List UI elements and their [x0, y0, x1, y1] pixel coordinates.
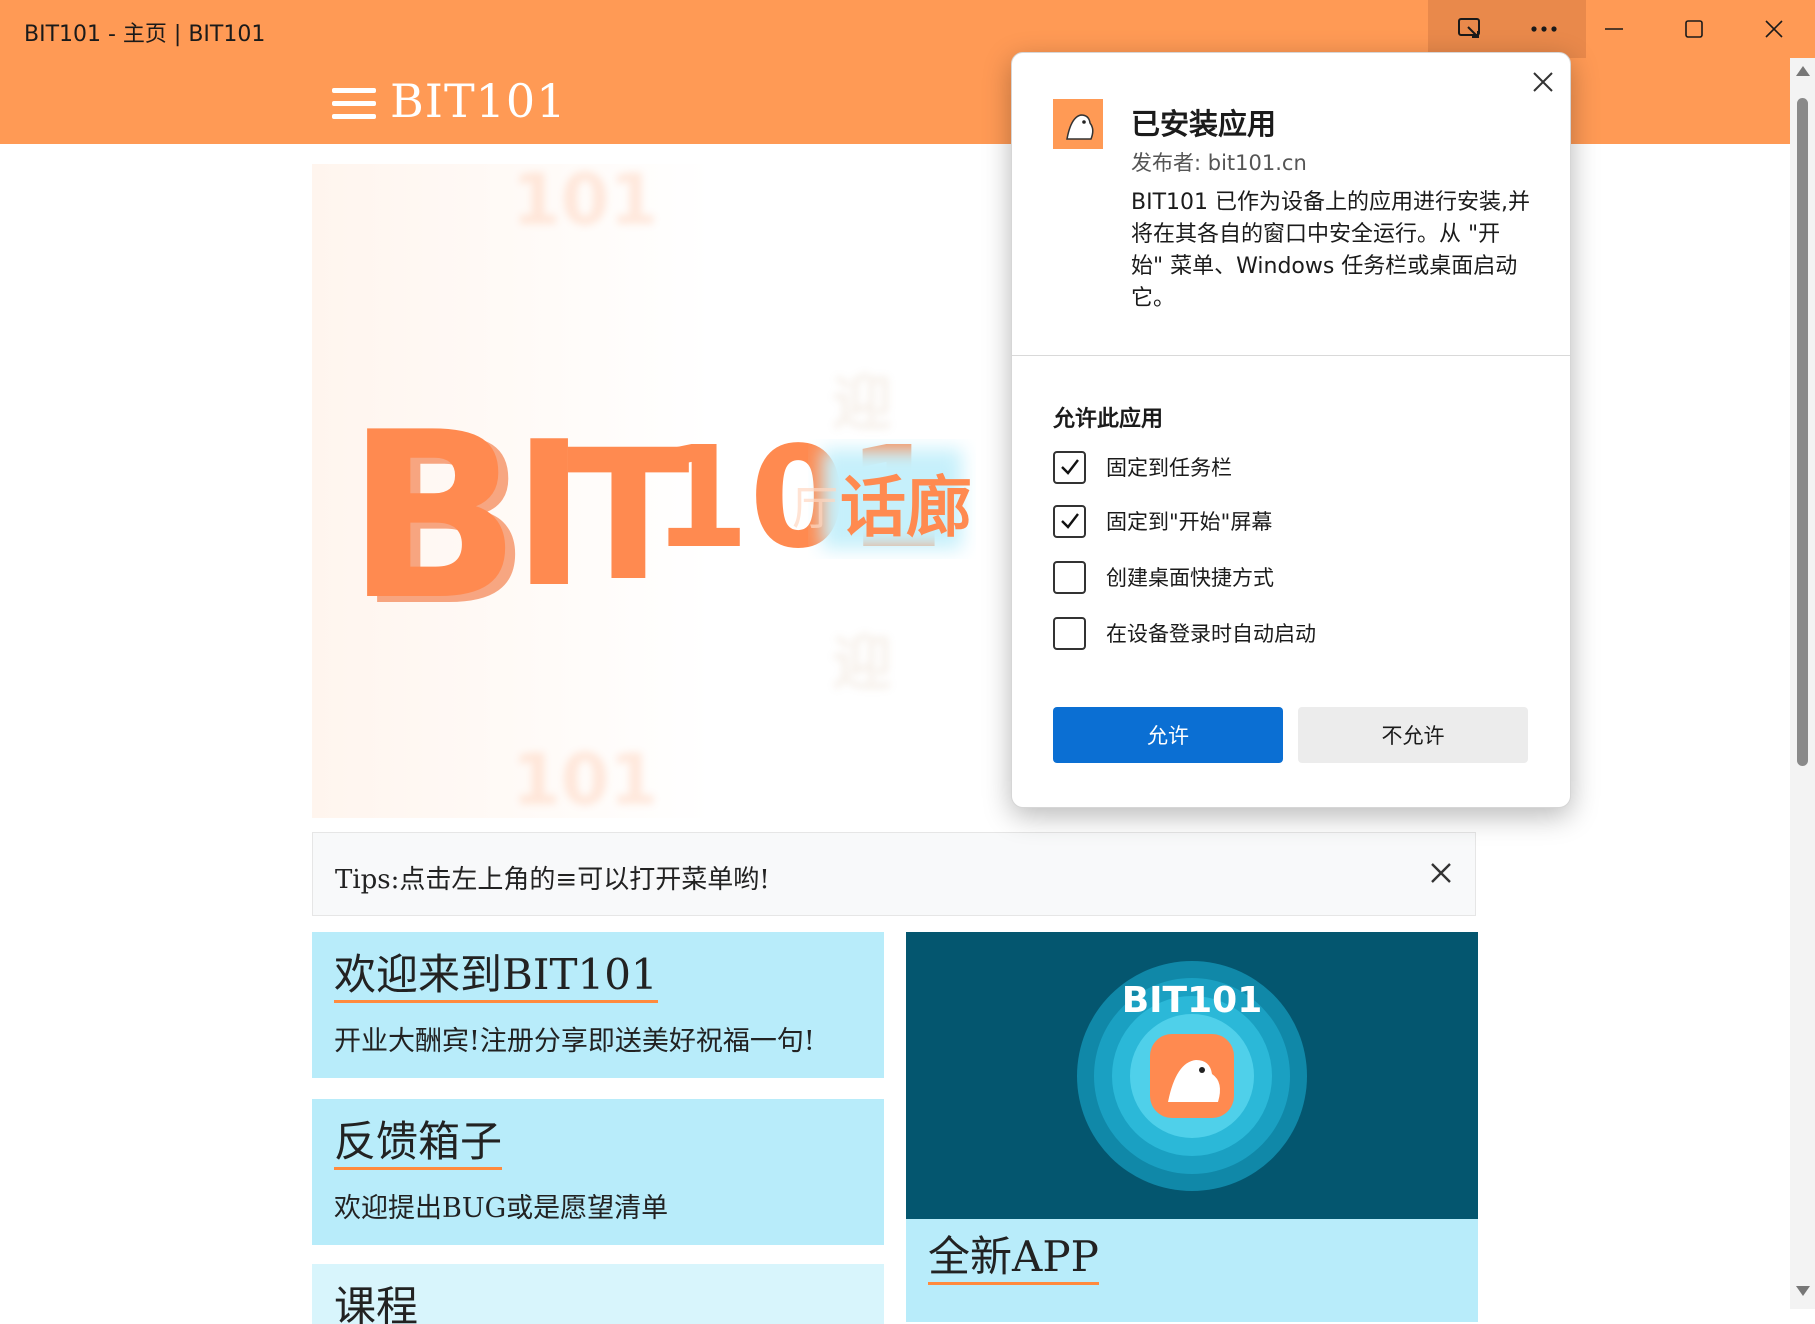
pin-taskbar-option[interactable]: 固定到任务栏: [1053, 449, 1232, 485]
option-label: 固定到任务栏: [1106, 456, 1232, 480]
card-title[interactable]: 反馈箱子: [334, 1117, 503, 1171]
permissions-heading: 允许此应用: [1053, 407, 1164, 432]
pin-start-checkbox[interactable]: [1053, 504, 1086, 538]
app-icon: [1053, 99, 1103, 149]
card-subtitle: 欢迎提出BUG或是愿望清单: [334, 1193, 669, 1225]
deny-button[interactable]: 不允许: [1298, 707, 1528, 763]
app-install-button[interactable]: [1428, 0, 1512, 58]
dialog-close-button[interactable]: [1528, 67, 1558, 97]
option-label: 固定到"开始"屏幕: [1106, 510, 1273, 534]
site-title[interactable]: BIT101: [390, 74, 566, 128]
svg-text:B: B: [346, 384, 521, 651]
maximize-icon: [1685, 20, 1703, 38]
svg-text:迎: 迎: [832, 629, 892, 699]
app-banner-logo-text: BIT101: [1122, 980, 1263, 1021]
hero-feature-label: 话廊: [840, 469, 972, 546]
tips-text: Tips:点击左上角的≡可以打开菜单哟!: [335, 865, 770, 895]
app-available-icon: [1458, 18, 1480, 38]
autostart-checkbox[interactable]: [1053, 616, 1086, 650]
app-card[interactable]: BIT101 全新APP: [906, 932, 1478, 1322]
card-title[interactable]: 欢迎来到BIT101: [334, 950, 658, 1004]
desktop-shortcut-checkbox[interactable]: [1053, 560, 1086, 594]
app-installed-dialog: 已安装应用 发布者: bit101.cn BIT101 已作为设备上的应用进行安…: [1011, 52, 1571, 808]
svg-text:101: 101: [512, 164, 658, 241]
autostart-option[interactable]: 在设备登录时自动启动: [1053, 615, 1316, 651]
close-icon: [1765, 20, 1783, 38]
close-window-button[interactable]: [1734, 0, 1814, 58]
dialog-divider: [1012, 355, 1570, 356]
window-titlebar: BIT101 - 主页 | BIT101: [0, 0, 1815, 58]
checkmark-icon: [1060, 513, 1079, 529]
svg-text:厅: 厅: [792, 481, 838, 535]
minimize-icon: [1605, 28, 1623, 30]
close-icon: [1533, 72, 1553, 92]
pin-start-option[interactable]: 固定到"开始"屏幕: [1053, 503, 1272, 539]
card-title[interactable]: 课程: [334, 1282, 418, 1324]
hamburger-icon[interactable]: [332, 88, 376, 122]
page-scrollbar[interactable]: [1790, 58, 1815, 1309]
scroll-down-arrow-icon[interactable]: [1796, 1286, 1810, 1296]
allow-button[interactable]: 允许: [1053, 707, 1283, 763]
maximize-button[interactable]: [1654, 0, 1734, 58]
dialog-publisher: 发布者: bit101.cn: [1131, 151, 1307, 175]
desktop-shortcut-option[interactable]: 创建桌面快捷方式: [1053, 559, 1274, 595]
dialog-description: BIT101 已作为设备上的应用进行安装,并将在其各自的窗口中安全运行。从 "开…: [1131, 190, 1530, 311]
scroll-up-arrow-icon[interactable]: [1796, 66, 1810, 76]
course-card[interactable]: 课程: [312, 1264, 884, 1324]
tips-close-button[interactable]: [1423, 855, 1459, 891]
dialog-title: 已安装应用: [1131, 107, 1277, 141]
scroll-thumb[interactable]: [1797, 98, 1808, 766]
more-icon: [1531, 26, 1557, 32]
close-icon: [1431, 863, 1451, 883]
svg-text:101: 101: [512, 739, 658, 818]
pin-taskbar-checkbox[interactable]: [1053, 450, 1086, 484]
window-title: BIT101 - 主页 | BIT101: [24, 22, 266, 47]
tips-alert: Tips:点击左上角的≡可以打开菜单哟!: [312, 832, 1476, 916]
minimize-button[interactable]: [1574, 0, 1654, 58]
option-label: 创建桌面快捷方式: [1106, 566, 1274, 590]
card-title[interactable]: 全新APP: [928, 1232, 1099, 1286]
app-banner: BIT101: [906, 932, 1478, 1219]
feedback-card[interactable]: 反馈箱子 欢迎提出BUG或是愿望清单: [312, 1099, 884, 1245]
option-label: 在设备登录时自动启动: [1106, 622, 1316, 646]
hero-feature: 话廊: [840, 469, 972, 546]
card-subtitle: 开业大酬宾!注册分享即送美好祝福一句!: [334, 1026, 815, 1058]
checkmark-icon: [1060, 459, 1079, 475]
welcome-card[interactable]: 欢迎来到BIT101 开业大酬宾!注册分享即送美好祝福一句!: [312, 932, 884, 1078]
